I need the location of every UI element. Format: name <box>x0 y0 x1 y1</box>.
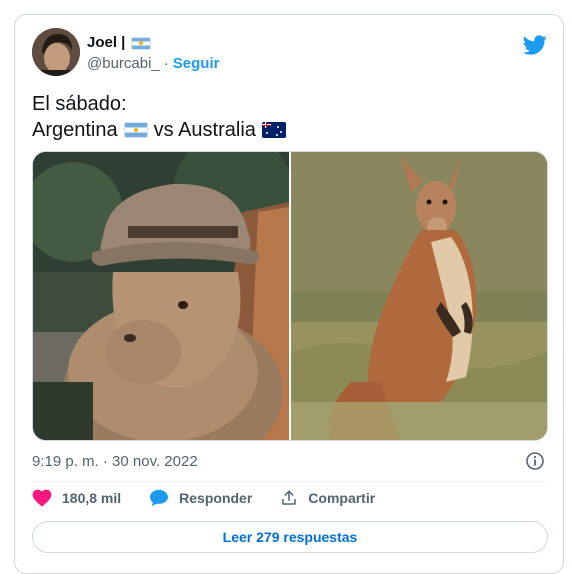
reply-label: Responder <box>179 490 253 506</box>
media-grid <box>32 151 548 441</box>
separator: · <box>163 55 169 72</box>
read-replies-button[interactable]: Leer 279 respuestas <box>32 521 548 553</box>
heart-icon <box>32 489 52 507</box>
share-button[interactable]: Compartir <box>280 489 375 507</box>
like-button[interactable]: 180,8 mil <box>32 489 121 507</box>
tweet-timestamp[interactable]: 9:19 p. m. · 30 nov. 2022 <box>32 453 198 470</box>
avatar-image <box>32 28 80 76</box>
australia-flag <box>261 122 286 138</box>
author-block: Joel | @burcabi_ · Seguir <box>87 34 219 72</box>
tweet-text: El sábado: Argentina vs Australia <box>32 91 286 143</box>
argentina-flag <box>123 122 148 138</box>
kangaroo-illustration <box>291 152 547 440</box>
tweet-text-australia: vs Australia <box>153 119 256 141</box>
follow-button[interactable]: Seguir <box>173 55 220 72</box>
capybara-illustration <box>33 152 289 440</box>
author-handle[interactable]: @burcabi_ <box>87 55 160 72</box>
tweet-card: Joel | @burcabi_ · Seguir El sábado: Arg… <box>14 14 564 574</box>
kangaroo-photo[interactable] <box>291 152 547 440</box>
argentina-flag <box>131 36 152 50</box>
capybara-photo[interactable] <box>33 152 289 440</box>
tweet-actions: 180,8 mil Responder Compartir <box>32 489 403 507</box>
share-icon <box>282 490 297 505</box>
info-icon[interactable] <box>525 451 545 471</box>
reply-button[interactable]: Responder <box>149 489 252 507</box>
like-count: 180,8 mil <box>62 490 122 506</box>
reply-bubble-icon <box>150 489 169 507</box>
share-label: Compartir <box>308 490 376 506</box>
tweet-text-argentina: Argentina <box>32 119 118 141</box>
tweet-text-line-1: El sábado: <box>32 93 127 115</box>
avatar[interactable] <box>32 28 80 76</box>
author-name[interactable]: Joel | <box>87 34 125 52</box>
divider <box>32 481 546 482</box>
twitter-bird-icon[interactable] <box>523 33 547 57</box>
